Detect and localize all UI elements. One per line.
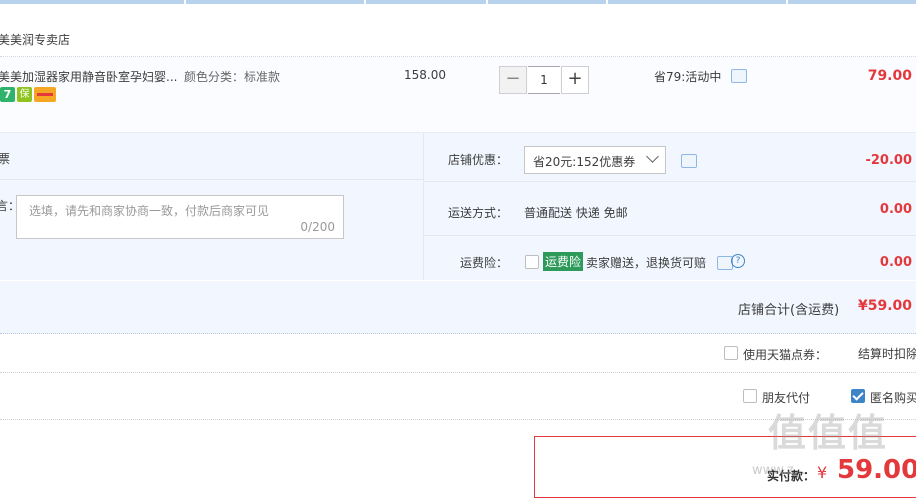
shipping-insurance-label: 运费险： bbox=[460, 256, 509, 270]
insurance-description: 卖家赠送，退换货可赔 bbox=[586, 256, 707, 270]
promotion-text: 省79:活动中 bbox=[654, 70, 722, 84]
quantity-stepper: − 1 + bbox=[499, 66, 589, 94]
help-icon[interactable]: ? bbox=[731, 254, 745, 268]
shop-coupon-label: 店铺优惠： bbox=[448, 153, 509, 167]
currency-symbol: ¥ bbox=[817, 463, 828, 482]
column-separator bbox=[606, 0, 608, 4]
insurance-checkbox[interactable] bbox=[525, 255, 539, 269]
check-icon bbox=[852, 389, 864, 401]
service-badges: 7 保 bbox=[0, 87, 56, 102]
item-unit-price: 158.00 bbox=[404, 68, 446, 82]
shipping-method-value: 普通配送 快递 免邮 bbox=[524, 206, 628, 220]
promotion-info: 省79:活动中 bbox=[654, 68, 748, 85]
column-separator bbox=[786, 0, 788, 4]
column-separator bbox=[184, 0, 186, 4]
shop-subtotal-value: ¥59.00 bbox=[857, 298, 912, 314]
guarantee-icon[interactable]: 保 bbox=[17, 87, 32, 102]
chevron-down-icon bbox=[646, 150, 659, 163]
coupon-selected-value: 省20元:152优惠券 bbox=[533, 155, 636, 169]
shop-subtotal-label: 店铺合计(含运费) bbox=[738, 303, 840, 318]
tmall-points-checkbox[interactable] bbox=[724, 346, 738, 360]
seven-day-return-icon[interactable]: 7 bbox=[0, 87, 15, 102]
insurance-amount: 0.00 bbox=[879, 255, 912, 270]
top-border bbox=[0, 0, 916, 4]
shop-coupon-select[interactable]: 省20元:152优惠券 bbox=[524, 146, 666, 174]
invoice-label: 票 bbox=[0, 152, 11, 166]
shop-name[interactable]: 美美润专卖店 bbox=[0, 31, 70, 48]
item-total: 79.00 bbox=[867, 68, 912, 84]
chat-icon[interactable] bbox=[731, 69, 748, 83]
shop-coupon-amount: -20.00 bbox=[865, 153, 912, 168]
friend-pay-checkbox[interactable] bbox=[743, 389, 757, 403]
quantity-input[interactable]: 1 bbox=[528, 66, 560, 94]
column-separator bbox=[364, 0, 366, 4]
insurance-tag: 运费险 bbox=[543, 252, 584, 271]
anonymous-checkbox[interactable] bbox=[851, 389, 865, 403]
decrease-quantity-button[interactable]: − bbox=[499, 66, 527, 94]
item-title[interactable]: 美美加湿器家用静音卧室孕妇婴... bbox=[0, 68, 178, 85]
shop-subtotal-row: 店铺合计(含运费) ¥59.00 bbox=[0, 281, 916, 334]
chat-icon[interactable] bbox=[681, 154, 697, 168]
message-char-count: 0/200 bbox=[300, 220, 335, 234]
tmall-points-label: 使用天猫点券： bbox=[743, 348, 828, 362]
credit-card-icon[interactable] bbox=[34, 87, 56, 102]
shipping-method-label: 运送方式： bbox=[448, 206, 509, 220]
watermark-url: www.z... bbox=[752, 463, 807, 478]
divider bbox=[423, 181, 916, 182]
item-spec: 颜色分类：标准款 bbox=[184, 70, 281, 84]
actual-payment-amount: 59.00 bbox=[837, 455, 916, 485]
tmall-points-note: 结算时扣除 bbox=[858, 347, 916, 361]
tmall-points-row: 使用天猫点券： 结算时扣除 bbox=[0, 334, 916, 373]
message-placeholder: 选填，请先和商家协商一致，付款后商家可见 bbox=[29, 204, 270, 218]
divider bbox=[0, 179, 423, 180]
divider bbox=[423, 235, 916, 236]
buyer-message-textarea[interactable]: 选填，请先和商家协商一致，付款后商家可见 0/200 bbox=[16, 195, 344, 239]
column-separator bbox=[486, 0, 488, 4]
shipping-amount: 0.00 bbox=[879, 202, 912, 217]
shop-header: 美美润专卖店 bbox=[0, 22, 916, 57]
increase-quantity-button[interactable]: + bbox=[561, 66, 589, 94]
order-item-row: 美美加湿器家用静音卧室孕妇婴... 颜色分类：标准款 158.00 7 保 − … bbox=[0, 57, 916, 133]
watermark-logo: 值值值 bbox=[768, 411, 889, 455]
